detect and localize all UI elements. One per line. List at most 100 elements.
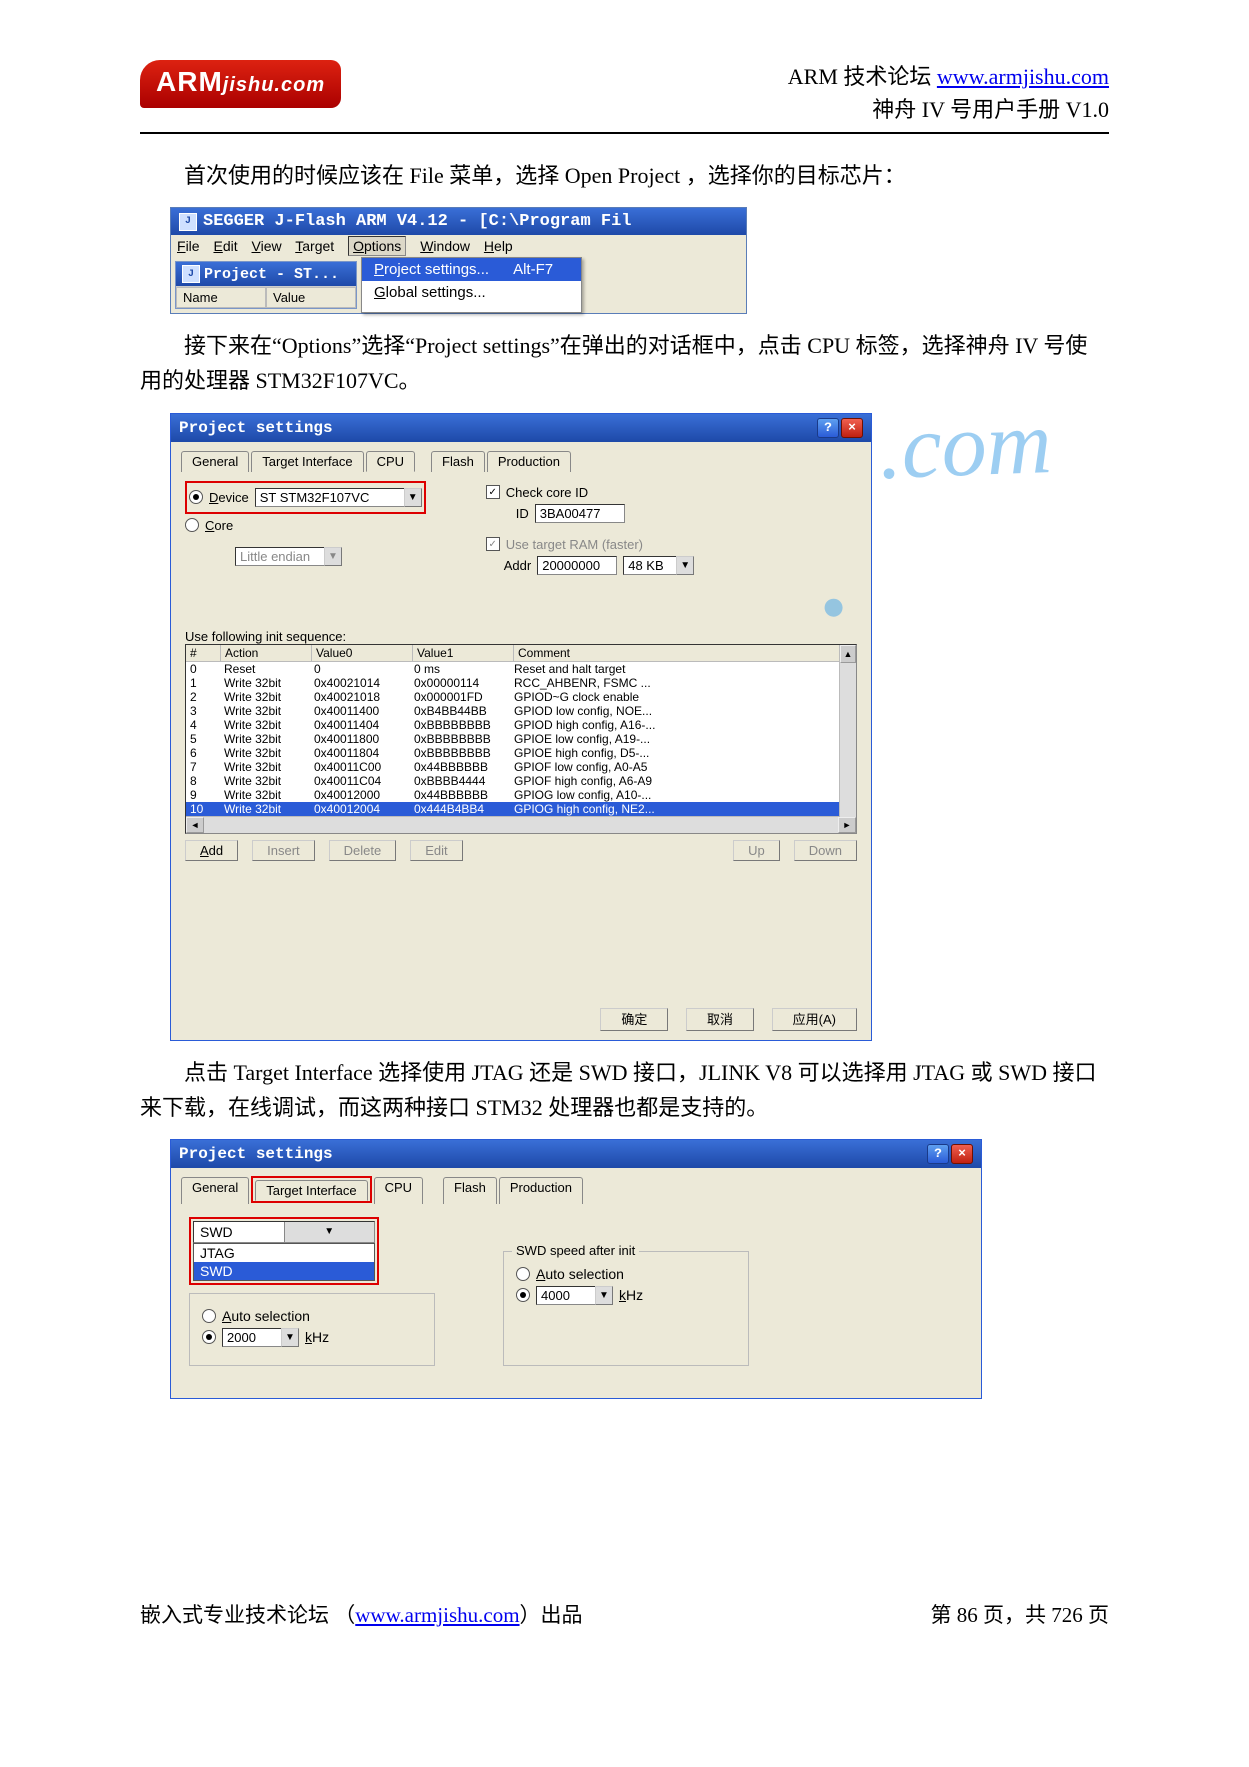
delete-button[interactable]: Delete xyxy=(329,840,397,861)
init-sequence-label: Use following init sequence: xyxy=(185,629,857,644)
addr-value[interactable]: 20000000 xyxy=(537,556,617,575)
col-value0[interactable]: Value0 xyxy=(312,645,413,661)
menuitem-global-settings[interactable]: Global settings... xyxy=(362,281,581,304)
tab-strip: General Target Interface CPU Flash Produ… xyxy=(171,442,871,471)
column-value[interactable]: Value xyxy=(266,287,356,308)
col-action[interactable]: Action xyxy=(221,645,312,661)
site-logo: ARMjishu.com xyxy=(140,60,341,108)
add-button[interactable]: Add xyxy=(185,840,238,861)
radio-device[interactable] xyxy=(189,490,203,504)
scrollbar-vertical[interactable]: ▲ xyxy=(839,645,856,817)
menu-edit[interactable]: Edit xyxy=(213,238,237,254)
chevron-down-icon[interactable]: ▼ xyxy=(595,1286,613,1305)
tab-cpu[interactable]: CPU xyxy=(366,451,415,472)
device-combo[interactable]: ST STM32F107VC ▼ xyxy=(255,488,422,507)
table-row[interactable]: 8Write 32bit0x40011C040xBBBB4444GPIOF hi… xyxy=(186,774,856,788)
table-row[interactable]: 5Write 32bit0x400118000xBBBBBBBBGPIOE lo… xyxy=(186,732,856,746)
screenshot-project-settings-cpu: .com Project settings ? × General Target… xyxy=(170,413,872,1041)
tab-cpu[interactable]: CPU xyxy=(374,1177,423,1204)
tab-flash[interactable]: Flash xyxy=(431,451,485,472)
chevron-down-icon[interactable]: ▼ xyxy=(676,556,694,575)
table-row[interactable]: 10Write 32bit0x400120040x444B4BB4GPIOG h… xyxy=(186,802,856,816)
table-row[interactable]: 0Reset00 msReset and halt target xyxy=(186,662,856,676)
interface-combo[interactable]: SWD ▼ xyxy=(193,1221,375,1243)
table-row[interactable]: 3Write 32bit0x400114000xB4BB44BBGPIOD lo… xyxy=(186,704,856,718)
init-sequence-list[interactable]: # Action Value0 Value1 Comment 0Reset00 … xyxy=(185,644,857,834)
menu-target[interactable]: Target xyxy=(295,238,334,254)
check-core-id[interactable] xyxy=(486,485,500,499)
forum-label: ARM 技术论坛 xyxy=(788,64,937,89)
scrollbar-horizontal[interactable]: ◄► xyxy=(186,816,856,833)
chevron-down-icon[interactable]: ▼ xyxy=(284,1222,375,1242)
ok-button[interactable]: 确定 xyxy=(600,1008,668,1031)
cancel-button[interactable]: 取消 xyxy=(686,1008,754,1031)
use-ram-label: Use target RAM (faster) xyxy=(506,537,643,552)
paragraph-3: 点击 Target Interface 选择使用 JTAG 还是 SWD 接口，… xyxy=(140,1055,1109,1125)
col-value1[interactable]: Value1 xyxy=(413,645,514,661)
screenshot-project-settings-interface: Project settings ? × General Target Inte… xyxy=(170,1139,982,1399)
col-comment[interactable]: Comment xyxy=(514,645,856,661)
table-row[interactable]: 1Write 32bit0x400210140x00000114RCC_AHBE… xyxy=(186,676,856,690)
table-row[interactable]: 9Write 32bit0x400120000x44BBBBBBGPIOG lo… xyxy=(186,788,856,802)
addr-label: Addr xyxy=(504,558,531,573)
chevron-down-icon[interactable]: ▼ xyxy=(404,488,422,507)
device-value: ST STM32F107VC xyxy=(255,488,404,507)
menubar: FFileile Edit View Target Options Window… xyxy=(171,235,746,257)
close-button[interactable]: × xyxy=(951,1144,973,1164)
radio-core[interactable] xyxy=(185,518,199,532)
col-num[interactable]: # xyxy=(186,645,221,661)
menu-options[interactable]: Options xyxy=(348,236,406,256)
chevron-down-icon[interactable]: ▼ xyxy=(281,1328,299,1347)
screenshot-jflash-menu: J SEGGER J-Flash ARM V4.12 - [C:\Program… xyxy=(170,207,747,314)
app-icon: J xyxy=(179,213,197,231)
help-button[interactable]: ? xyxy=(817,418,839,438)
apply-button[interactable]: 应用(A) xyxy=(772,1008,857,1031)
tab-production[interactable]: Production xyxy=(487,451,571,472)
radio-auto-after[interactable] xyxy=(516,1267,530,1281)
ram-size: 48 KB xyxy=(623,556,676,575)
group-title: SWD speed after init xyxy=(512,1243,639,1258)
table-row[interactable]: 4Write 32bit0x400114040xBBBBBBBBGPIOD hi… xyxy=(186,718,856,732)
radio-auto-before[interactable] xyxy=(202,1309,216,1323)
footer-link[interactable]: www.armjishu.com xyxy=(355,1603,519,1627)
menu-file[interactable]: FFileile xyxy=(177,238,200,254)
speed-before-value[interactable]: 2000 xyxy=(222,1328,281,1347)
id-value[interactable]: 3BA00477 xyxy=(535,504,625,523)
help-button[interactable]: ? xyxy=(927,1144,949,1164)
footer-left-post: ）出品 xyxy=(520,1603,583,1627)
radio-manual-before[interactable] xyxy=(202,1330,216,1344)
speed-after-value[interactable]: 4000 xyxy=(536,1286,595,1305)
up-button[interactable]: Up xyxy=(733,840,780,861)
menuitem-project-settings[interactable]: PProject settings...roject settings... A… xyxy=(362,258,581,281)
device-label: Device xyxy=(209,490,249,505)
tab-production[interactable]: Production xyxy=(499,1177,583,1204)
column-name[interactable]: Name xyxy=(176,287,266,308)
tab-target-interface[interactable]: Target Interface xyxy=(255,1180,367,1201)
radio-manual-after[interactable] xyxy=(516,1288,530,1302)
page-footer: 嵌入式专业技术论坛 （www.armjishu.com）出品 第 86 页，共 … xyxy=(140,1599,1109,1629)
insert-button[interactable]: Insert xyxy=(252,840,315,861)
close-button[interactable]: × xyxy=(841,418,863,438)
menu-help[interactable]: Help xyxy=(484,238,513,254)
table-row[interactable]: 2Write 32bit0x400210180x000001FDGPIOD~G … xyxy=(186,690,856,704)
table-row[interactable]: 7Write 32bit0x40011C000x44BBBBBBGPIOF lo… xyxy=(186,760,856,774)
tab-general[interactable]: General xyxy=(181,1177,249,1204)
option-jtag[interactable]: JTAG xyxy=(194,1244,374,1262)
menu-window[interactable]: Window xyxy=(420,238,470,254)
edit-button[interactable]: Edit xyxy=(410,840,462,861)
forum-link[interactable]: www.armjishu.com xyxy=(937,64,1109,89)
chevron-down-icon: ▼ xyxy=(324,547,342,566)
auto-label: Auto selection xyxy=(222,1308,310,1324)
unit-label: kHz xyxy=(619,1287,643,1303)
table-row[interactable]: 6Write 32bit0x400118040xBBBBBBBBGPIOE hi… xyxy=(186,746,856,760)
down-button[interactable]: Down xyxy=(794,840,857,861)
logo-main: ARM xyxy=(156,66,223,97)
option-swd[interactable]: SWD xyxy=(194,1262,374,1280)
interface-selected: SWD xyxy=(194,1222,284,1242)
tab-general[interactable]: General xyxy=(181,451,249,472)
tab-target-interface[interactable]: Target Interface xyxy=(251,451,363,472)
tab-flash[interactable]: Flash xyxy=(443,1177,497,1204)
menu-view[interactable]: View xyxy=(252,238,282,254)
check-use-ram xyxy=(486,537,500,551)
page-number: 第 86 页，共 726 页 xyxy=(931,1599,1110,1629)
